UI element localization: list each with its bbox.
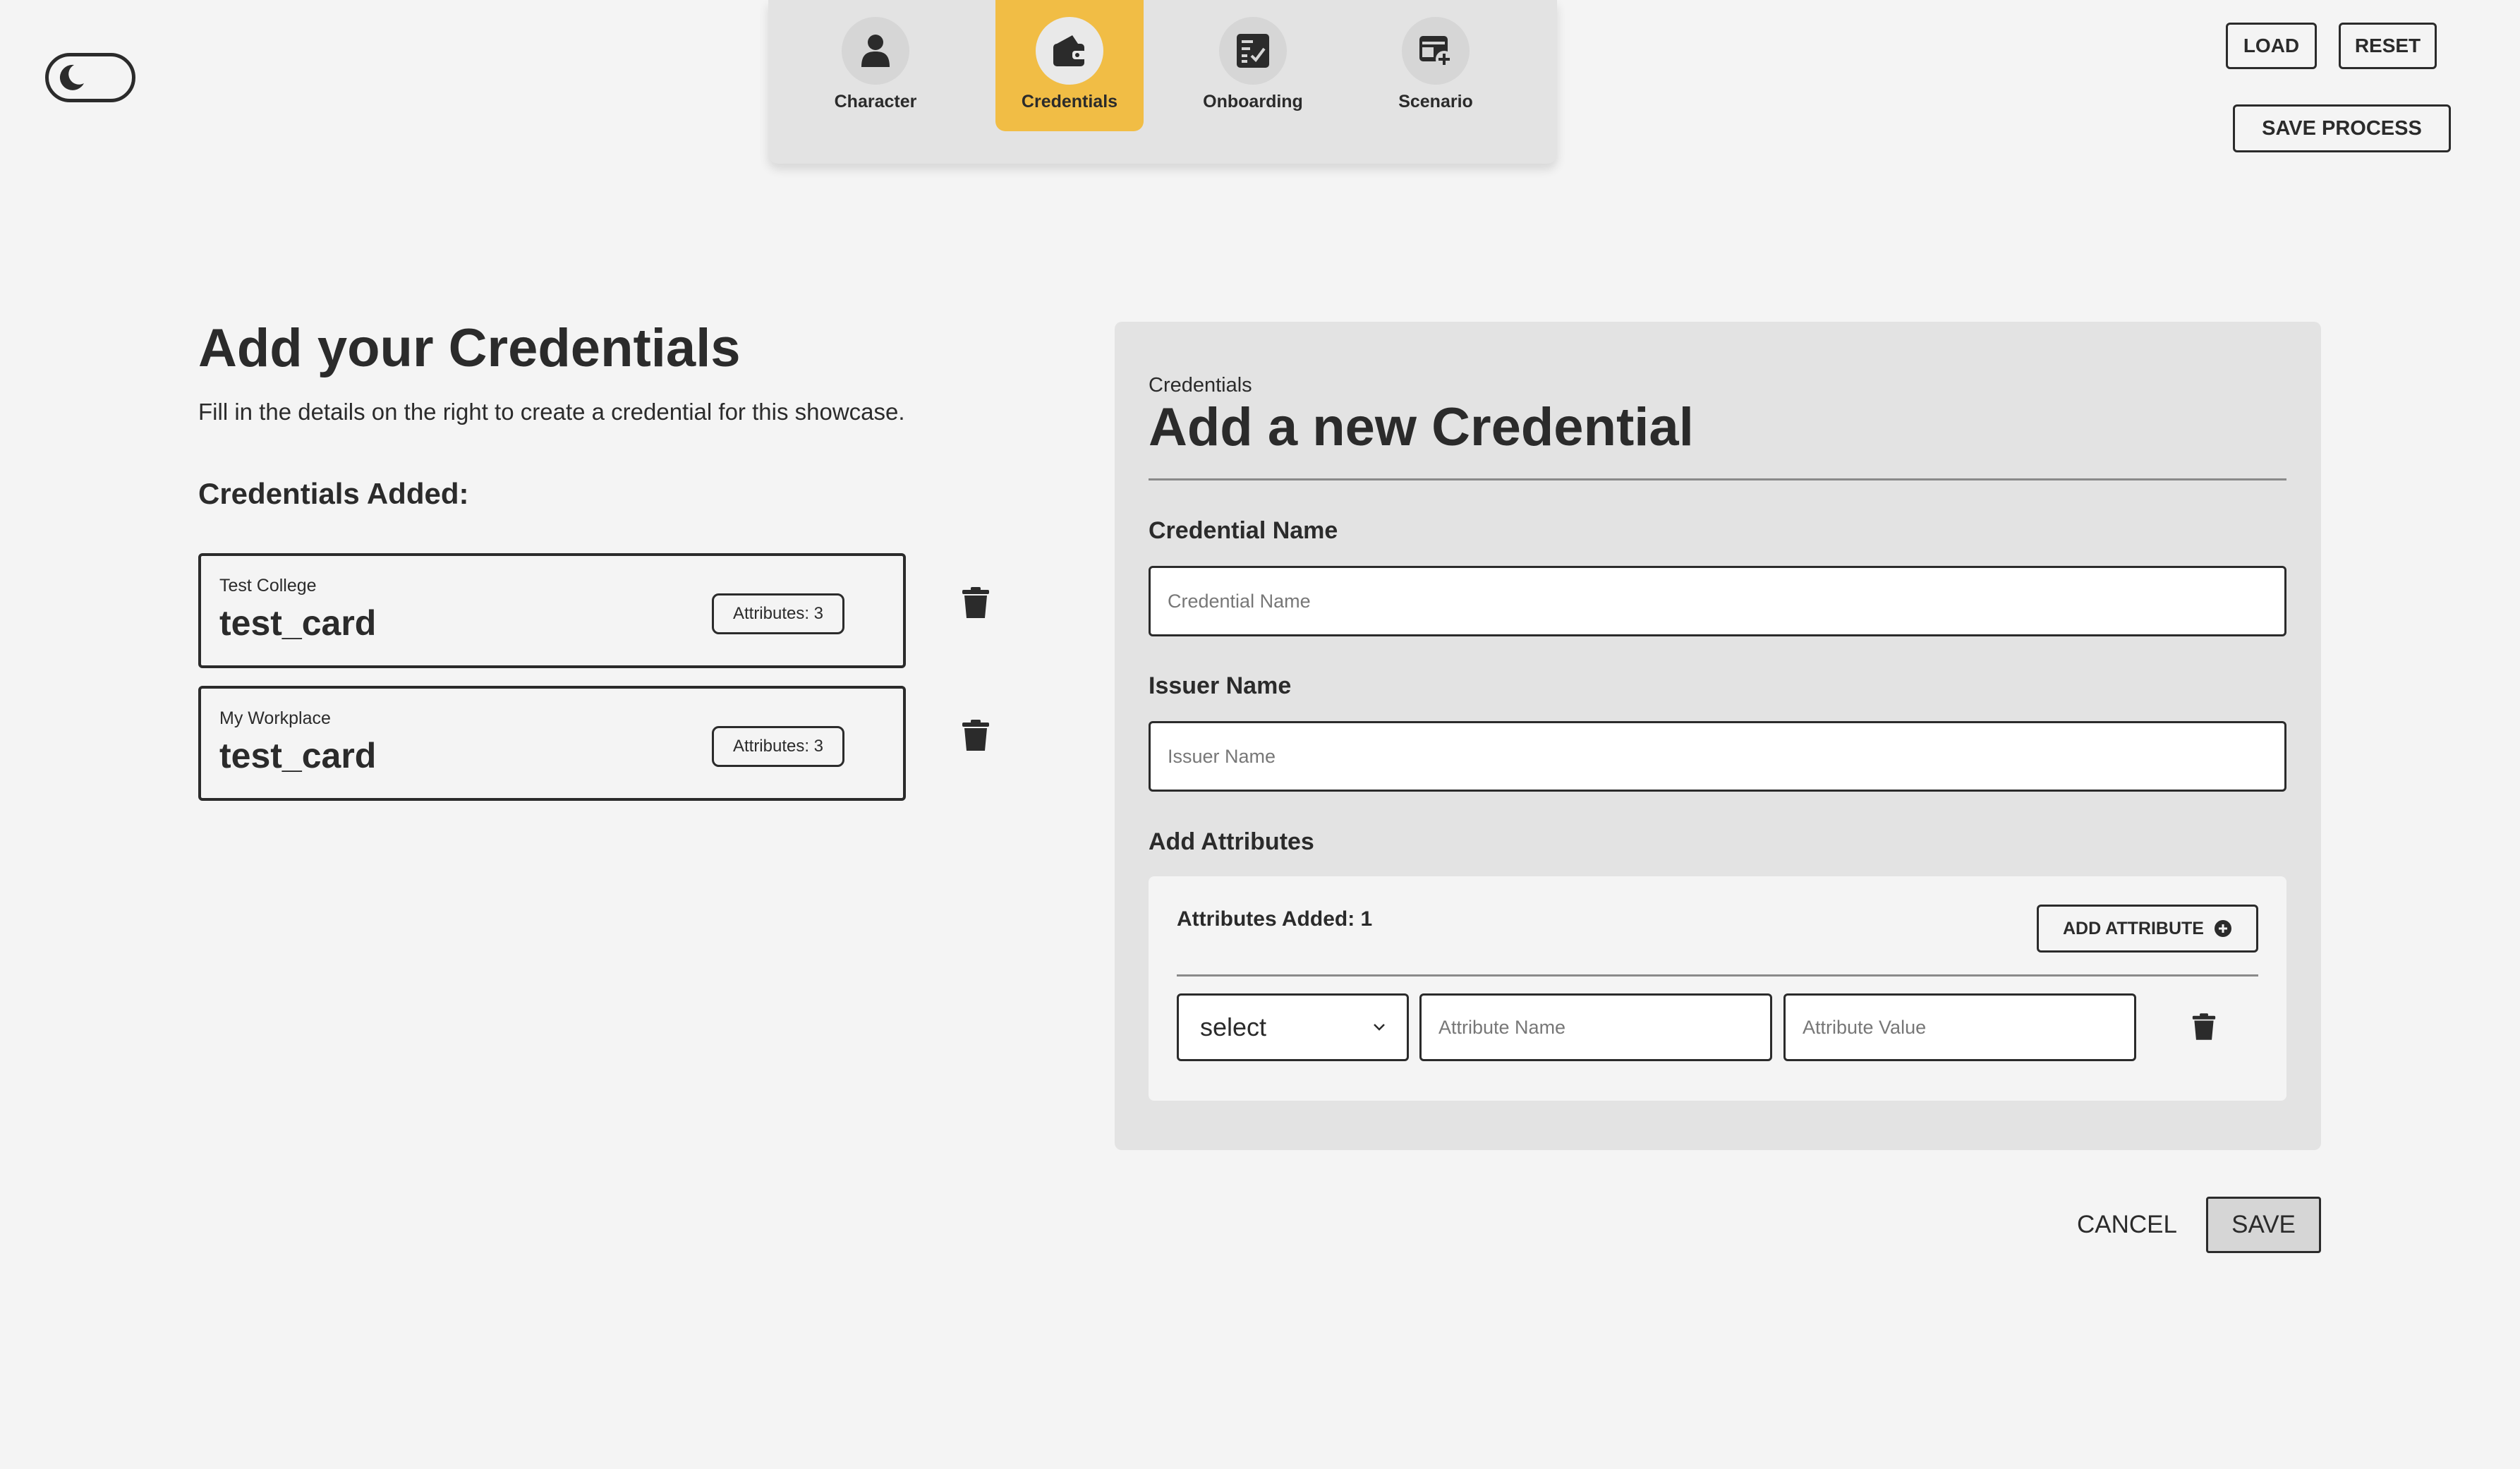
step-label: Onboarding [1203, 92, 1303, 111]
credentials-added-heading: Credentials Added: [198, 477, 469, 510]
step-label: Character [834, 92, 917, 111]
credential-name-input[interactable] [1149, 566, 2286, 636]
load-button[interactable]: LOAD [2226, 23, 2317, 69]
add-attributes-label: Add Attributes [1149, 828, 1314, 855]
attribute-type-value: select [1200, 1012, 1267, 1041]
issuer-name-label: Issuer Name [1149, 672, 1292, 699]
save-process-button[interactable]: SAVE PROCESS [2233, 104, 2451, 152]
trash-icon [2192, 1013, 2216, 1040]
add-attribute-label: ADD ATTRIBUTE [2063, 918, 2204, 938]
step-scenario[interactable]: Scenario [1362, 0, 1510, 131]
credential-name: test_card [219, 736, 377, 775]
attributes-divider [1177, 974, 2258, 977]
form-divider [1149, 478, 2286, 480]
add-window-icon [1419, 36, 1453, 68]
chevron-down-icon [1374, 1024, 1385, 1031]
checklist-icon [1237, 34, 1269, 68]
form-title: Add a new Credential [1149, 397, 1694, 457]
attribute-value-input[interactable] [1783, 993, 2136, 1061]
reset-button[interactable]: RESET [2339, 23, 2437, 69]
page-title: Add your Credentials [198, 318, 741, 378]
attribute-name-input[interactable] [1419, 993, 1772, 1061]
person-icon [861, 35, 890, 67]
step-onboarding[interactable]: Onboarding [1179, 0, 1327, 131]
attributes-badge: Attributes: 3 [712, 726, 844, 767]
delete-credential-button[interactable] [962, 719, 990, 751]
step-label: Credentials [1021, 92, 1118, 111]
page-subtitle: Fill in the details on the right to crea… [198, 399, 905, 425]
attributes-badge: Attributes: 3 [712, 593, 844, 634]
wallet-icon [1053, 35, 1086, 66]
theme-toggle[interactable] [45, 53, 135, 102]
delete-credential-button[interactable] [962, 586, 990, 619]
step-credentials[interactable]: Credentials [995, 0, 1144, 131]
save-button[interactable]: SAVE [2206, 1197, 2321, 1253]
cancel-button[interactable]: CANCEL [2067, 1197, 2187, 1253]
credential-issuer: Test College [219, 576, 317, 596]
step-label: Scenario [1398, 92, 1473, 111]
plus-circle-icon [2214, 920, 2231, 937]
attributes-count: Attributes Added: 1 [1177, 907, 1373, 931]
credential-card[interactable]: Test College test_card Attributes: 3 [198, 553, 906, 668]
delete-attribute-button[interactable] [2192, 1012, 2216, 1041]
step-navigation: Character Credentials Onboarding Scenari… [768, 0, 1557, 164]
credential-name-label: Credential Name [1149, 517, 1338, 544]
trash-icon [962, 587, 989, 618]
step-character[interactable]: Character [801, 0, 950, 131]
credential-issuer: My Workplace [219, 708, 331, 728]
issuer-name-input[interactable] [1149, 721, 2286, 792]
credential-name: test_card [219, 603, 377, 643]
add-attribute-button[interactable]: ADD ATTRIBUTE [2037, 905, 2258, 953]
trash-icon [962, 720, 989, 751]
form-eyebrow: Credentials [1149, 374, 1252, 397]
credential-card[interactable]: My Workplace test_card Attributes: 3 [198, 686, 906, 801]
attribute-type-select[interactable]: select [1177, 993, 1409, 1061]
moon-icon [59, 64, 84, 90]
